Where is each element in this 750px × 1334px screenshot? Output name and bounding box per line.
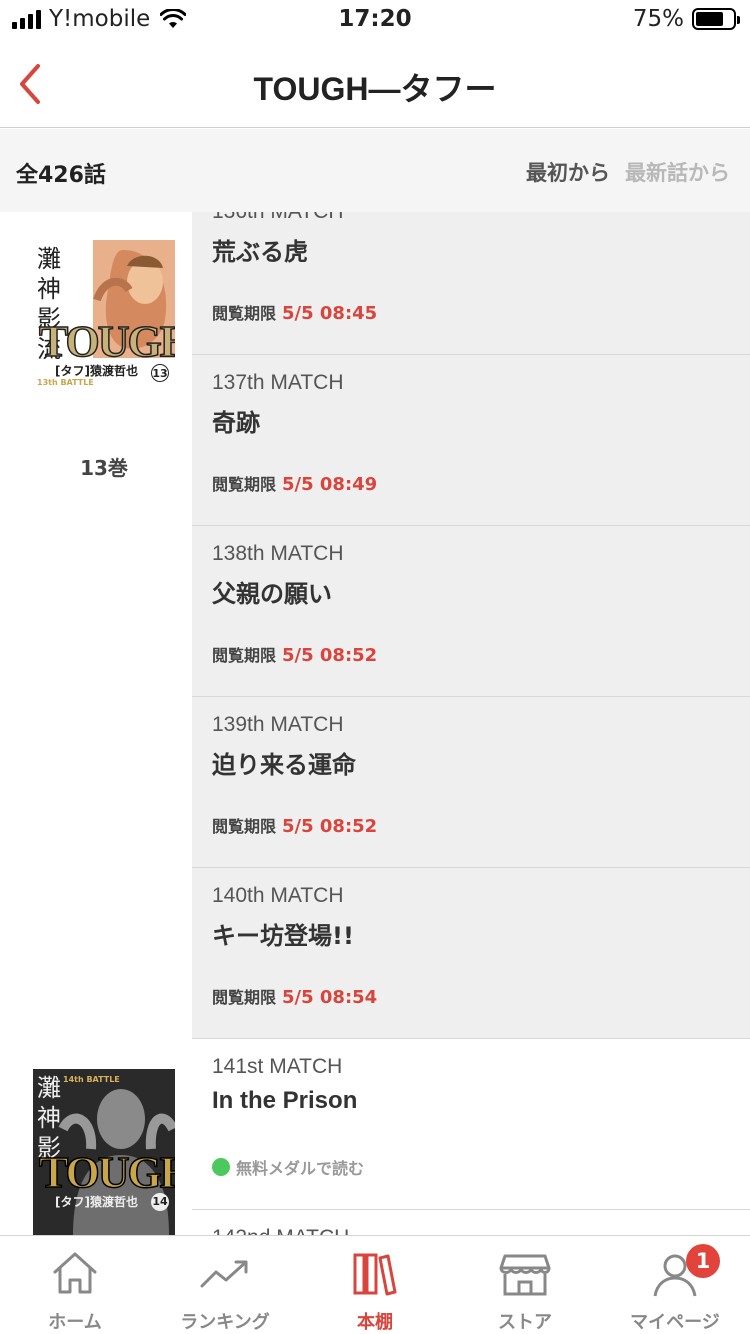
cover-volume-number: 14 bbox=[151, 1193, 169, 1211]
episode-number: 137th MATCH bbox=[212, 371, 344, 394]
expiry-date: 5/5 08:52 bbox=[282, 816, 378, 837]
volume-label: 13巻 bbox=[80, 456, 128, 480]
expiry-label: 閲覧期限 bbox=[212, 646, 277, 665]
expiry-date: 5/5 08:49 bbox=[282, 474, 378, 495]
tab-label: ホーム bbox=[48, 1312, 102, 1333]
page-title: TOUGH—タフー bbox=[253, 71, 497, 107]
episode-number: 140th MATCH bbox=[212, 884, 344, 907]
store-icon bbox=[499, 1254, 551, 1296]
episode-row[interactable]: 137th MATCH 奇跡 閲覧期限 5/5 08:49 bbox=[192, 355, 750, 526]
episode-list-header: 全426話 最初から 最新話から bbox=[0, 129, 750, 212]
episode-title: キー坊登場!! bbox=[212, 922, 354, 950]
tab-bookshelf[interactable]: 本棚 bbox=[300, 1236, 450, 1334]
episode-title: 迫り来る運命 bbox=[212, 751, 356, 779]
sort-from-latest-button[interactable]: 最新話から bbox=[625, 157, 730, 187]
tab-home[interactable]: ホーム bbox=[0, 1236, 150, 1334]
trend-icon bbox=[200, 1260, 248, 1288]
episode-list[interactable]: 灘神影流 TOUGH [タフ]猿渡哲也 13 13th BATTLE 13巻 灘… bbox=[0, 212, 750, 1235]
expiry-label: 閲覧期限 bbox=[212, 304, 277, 323]
free-medal-label: 無料メダルで読む bbox=[236, 1159, 365, 1178]
episode-expiry: 閲覧期限 5/5 08:54 bbox=[212, 984, 377, 1008]
cover-logo: TOUGH bbox=[38, 316, 175, 367]
tab-store[interactable]: ストア bbox=[450, 1236, 600, 1334]
tab-label: 本棚 bbox=[357, 1312, 393, 1333]
episode-expiry: 閲覧期限 5/5 08:52 bbox=[212, 813, 377, 837]
episode-title: In the Prison bbox=[212, 1087, 358, 1114]
status-bar: Y!mobile 17:20 75% bbox=[0, 0, 750, 40]
cover-author: [タフ]猿渡哲也 bbox=[55, 1195, 138, 1209]
medal-dot-icon bbox=[212, 1158, 230, 1176]
episode-number: 136th MATCH bbox=[212, 212, 344, 224]
tab-label: マイページ bbox=[630, 1312, 720, 1333]
episode-number: 139th MATCH bbox=[212, 713, 344, 736]
cover-volume-number: 13 bbox=[151, 364, 169, 382]
battery-icon bbox=[692, 8, 740, 30]
notification-badge: 1 bbox=[686, 1244, 720, 1278]
volume-cover[interactable]: 灘神影 14th BATTLE TOUGH [タフ]猿渡哲也 14 bbox=[33, 1069, 175, 1235]
tab-ranking[interactable]: ランキング bbox=[150, 1236, 300, 1334]
expiry-label: 閲覧期限 bbox=[212, 475, 277, 494]
expiry-date: 5/5 08:54 bbox=[282, 987, 378, 1008]
expiry-date: 5/5 08:45 bbox=[282, 303, 378, 324]
episode-expiry: 閲覧期限 5/5 08:49 bbox=[212, 471, 377, 495]
cover-author: [タフ]猿渡哲也 bbox=[55, 364, 138, 378]
expiry-date: 5/5 08:52 bbox=[282, 645, 378, 666]
nav-bar: TOUGH—タフー bbox=[0, 40, 750, 128]
episode-count: 全426話 bbox=[16, 163, 106, 188]
episode-number: 141st MATCH bbox=[212, 1055, 343, 1078]
tab-bar: ホーム ランキング 本棚 ストア 1 マイページ bbox=[0, 1235, 750, 1334]
home-icon bbox=[53, 1252, 97, 1294]
episode-number: 138th MATCH bbox=[212, 542, 344, 565]
episode-expiry: 閲覧期限 5/5 08:45 bbox=[212, 300, 377, 324]
free-medal-read[interactable]: 無料メダルで読む bbox=[212, 1155, 364, 1179]
episode-row[interactable]: 142nd MATCH bbox=[192, 1210, 750, 1235]
tab-label: ストア bbox=[498, 1312, 552, 1333]
episode-title: 荒ぶる虎 bbox=[212, 238, 308, 266]
episode-number: 142nd MATCH bbox=[212, 1226, 349, 1235]
episode-expiry: 閲覧期限 5/5 08:52 bbox=[212, 642, 377, 666]
tab-label: ランキング bbox=[180, 1312, 270, 1333]
tab-mypage[interactable]: 1 マイページ bbox=[600, 1236, 750, 1334]
cover-logo: TOUGH bbox=[38, 1147, 175, 1198]
episode-title: 奇跡 bbox=[212, 409, 260, 437]
sort-from-first-button[interactable]: 最初から bbox=[526, 157, 610, 187]
expiry-label: 閲覧期限 bbox=[212, 817, 277, 836]
volume-cover[interactable]: 灘神影流 TOUGH [タフ]猿渡哲也 13 13th BATTLE bbox=[33, 240, 175, 388]
battery-percent: 75% bbox=[632, 6, 684, 32]
cover-battle-label: 13th BATTLE bbox=[37, 378, 94, 387]
episode-row[interactable]: 141st MATCH In the Prison 無料メダルで読む bbox=[192, 1039, 750, 1210]
episode-row[interactable]: 139th MATCH 迫り来る運命 閲覧期限 5/5 08:52 bbox=[192, 697, 750, 868]
bookshelf-icon bbox=[353, 1253, 397, 1296]
volume-column: 灘神影流 TOUGH [タフ]猿渡哲也 13 13th BATTLE 13巻 灘… bbox=[0, 212, 192, 1235]
episode-row[interactable]: 138th MATCH 父親の願い 閲覧期限 5/5 08:52 bbox=[192, 526, 750, 697]
expiry-label: 閲覧期限 bbox=[212, 988, 277, 1007]
episode-row[interactable]: 140th MATCH キー坊登場!! 閲覧期限 5/5 08:54 bbox=[192, 868, 750, 1039]
cover-battle-label: 14th BATTLE bbox=[63, 1075, 120, 1084]
episode-title: 父親の願い bbox=[212, 580, 332, 608]
episode-row[interactable]: 136th MATCH 荒ぶる虎 閲覧期限 5/5 08:45 bbox=[192, 212, 750, 355]
